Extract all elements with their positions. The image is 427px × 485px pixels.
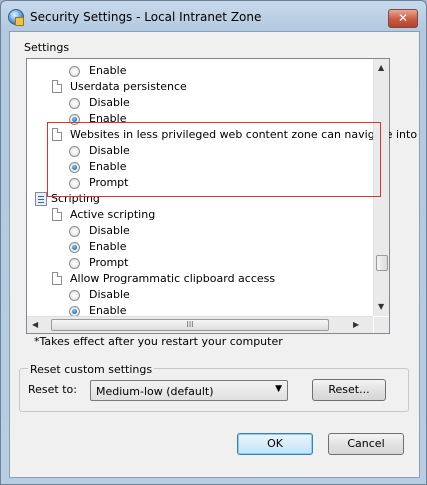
- script-icon: [35, 192, 47, 206]
- document-icon: [52, 272, 62, 285]
- horizontal-scrollbar[interactable]: ◀ III ▶: [27, 316, 373, 333]
- list-item-label: Disable: [89, 288, 130, 301]
- ok-button[interactable]: OK: [237, 433, 313, 455]
- list-item-label: Disable: [89, 224, 130, 237]
- list-item-label: Userdata persistence: [70, 80, 187, 93]
- reset-level-select[interactable]: Medium-low (default) ▼: [90, 380, 288, 401]
- list-item-label: Allow Programmatic clipboard access: [70, 272, 276, 285]
- highlight-annotation-box: [47, 122, 381, 197]
- list-item-label: Active scripting: [70, 208, 156, 221]
- scroll-left-icon[interactable]: ◀: [32, 320, 38, 329]
- settings-label: Settings: [24, 41, 70, 54]
- title-bar: Security Settings - Local Intranet Zone …: [1, 1, 426, 31]
- radio-unselected-icon[interactable]: [69, 226, 80, 237]
- scrollbar-corner: [374, 317, 389, 333]
- scroll-up-icon[interactable]: ▲: [378, 63, 384, 72]
- restart-note: *Takes effect after you restart your com…: [34, 335, 283, 348]
- radio-unselected-icon[interactable]: [69, 258, 80, 269]
- scroll-right-icon[interactable]: ▶: [353, 320, 359, 329]
- document-icon: [52, 80, 62, 93]
- close-button[interactable]: ✕: [388, 9, 418, 28]
- internet-security-icon: [8, 9, 24, 26]
- reset-level-value: Medium-low (default): [96, 385, 214, 398]
- scroll-down-icon[interactable]: ▼: [378, 302, 384, 311]
- list-item-label: Enable: [89, 64, 127, 77]
- list-item-label: Enable: [89, 240, 127, 253]
- window-title: Security Settings - Local Intranet Zone: [30, 10, 262, 24]
- radio-selected-icon[interactable]: [69, 242, 80, 253]
- vertical-scroll-thumb[interactable]: [376, 255, 388, 271]
- reset-to-label: Reset to:: [28, 383, 77, 396]
- reset-button[interactable]: Reset...: [312, 379, 386, 401]
- list-item-label: Disable: [89, 96, 130, 109]
- reset-group-label: Reset custom settings: [28, 363, 155, 376]
- radio-unselected-icon[interactable]: [69, 66, 80, 77]
- chevron-down-icon: ▼: [275, 384, 282, 394]
- document-icon: [52, 208, 62, 221]
- list-item-label: Prompt: [89, 256, 129, 269]
- radio-unselected-icon[interactable]: [69, 98, 80, 109]
- cancel-button[interactable]: Cancel: [328, 433, 404, 455]
- radio-unselected-icon[interactable]: [69, 290, 80, 301]
- horizontal-scroll-thumb[interactable]: III: [51, 319, 329, 331]
